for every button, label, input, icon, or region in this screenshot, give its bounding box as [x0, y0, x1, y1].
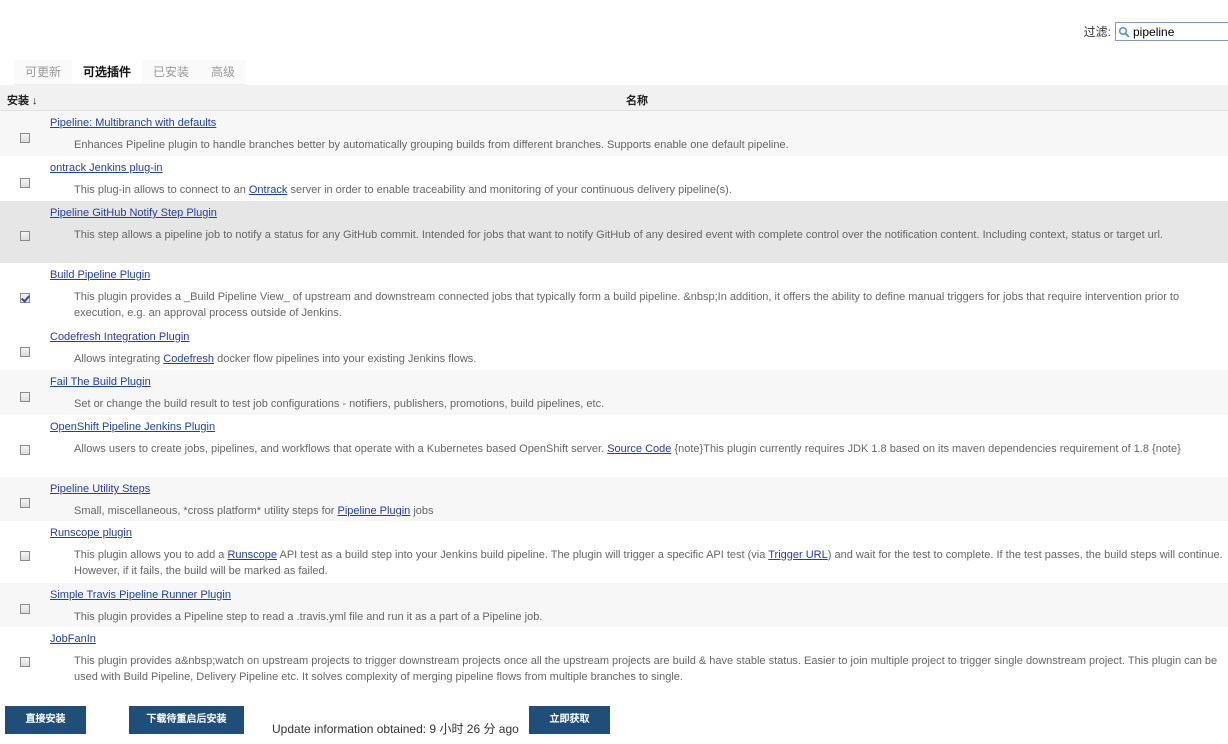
description-text: Allows users to create jobs, pipelines, …: [74, 443, 608, 455]
description-text: This plug-in allows to connect to an: [74, 184, 249, 196]
plugin-description: This plugin provides a _Build Pipeline V…: [74, 289, 1224, 321]
description-text: Allows integrating: [74, 353, 164, 365]
plugin-row: Fail The Build Plugin Set or change the b…: [0, 370, 1228, 415]
plugin-description: Set or change the build result to test j…: [74, 396, 1224, 412]
plugin-row: Codefresh Integration Plugin Allows integ…: [0, 325, 1228, 370]
plugin-tabs: 可更新 可选插件 已安装 高级: [14, 60, 247, 85]
plugin-row: ontrack Jenkins plug-in This plug-in allo…: [0, 156, 1228, 201]
plugin-install-checkbox[interactable]: [20, 604, 30, 614]
plugin-install-checkbox[interactable]: [20, 551, 30, 561]
plugin-description: Allows users to create jobs, pipelines, …: [74, 441, 1224, 457]
plugin-row: Pipeline: Multibranch with defaults Enhan…: [0, 111, 1228, 156]
download-restart-button[interactable]: 下载待重启后安装: [129, 706, 244, 734]
description-text: Small, miscellaneous, *cross platform* u…: [74, 505, 338, 517]
plugin-install-checkbox[interactable]: [20, 231, 30, 241]
description-text: This plugin provides a Pipeline step to …: [74, 611, 543, 623]
filter-field[interactable]: [1115, 22, 1228, 41]
description-text: This plugin provides a&nbsp;watch on ups…: [74, 655, 1218, 683]
table-header: 安装 ↓ 名称: [0, 85, 1228, 111]
plugin-description: This plugin provides a&nbsp;watch on ups…: [74, 653, 1224, 685]
description-link[interactable]: Trigger URL: [768, 549, 828, 561]
plugin-install-checkbox[interactable]: [20, 178, 30, 188]
plugin-row: Pipeline Utility Steps Small, miscellaneo…: [0, 477, 1228, 521]
plugin-name-link[interactable]: JobFanIn: [50, 633, 96, 645]
description-text: This plugin allows you to add a: [74, 549, 228, 561]
plugin-install-checkbox[interactable]: [20, 657, 30, 667]
description-text: jobs: [410, 505, 434, 517]
description-text: docker flow pipelines into your existing…: [214, 353, 477, 365]
update-info-text: Update information obtained: 9 小时 26 分 a…: [272, 722, 519, 736]
plugin-description: This plug-in allows to connect to an Ont…: [74, 182, 1224, 198]
plugin-row: Pipeline GitHub Notify Step Plugin This s…: [0, 201, 1228, 263]
plugin-description: Enhances Pipeline plugin to handle branc…: [74, 137, 1224, 153]
description-text: server in order to enable traceability a…: [287, 184, 732, 196]
plugin-name-link[interactable]: Build Pipeline Plugin: [50, 269, 150, 281]
plugin-row: JobFanIn This plugin provides a&nbsp;watc…: [0, 627, 1228, 689]
filter-input[interactable]: [1130, 24, 1223, 39]
plugin-row: Build Pipeline Plugin This plugin provide…: [0, 263, 1228, 325]
description-text: This plugin provides a _Build Pipeline V…: [74, 291, 1180, 319]
plugin-install-checkbox[interactable]: [20, 133, 30, 143]
install-now-button[interactable]: 直接安装: [5, 706, 86, 734]
check-now-button[interactable]: 立即获取: [529, 706, 610, 734]
plugin-name-link[interactable]: Codefresh Integration Plugin: [50, 331, 189, 343]
description-link[interactable]: Runscope: [227, 549, 277, 561]
description-text: Enhances Pipeline plugin to handle branc…: [74, 139, 789, 151]
plugin-description: This plugin provides a Pipeline step to …: [74, 609, 1224, 625]
tab-available[interactable]: 可选插件: [72, 60, 143, 85]
plugin-description: Allows integrating Codefresh docker flow…: [74, 351, 1224, 367]
description-text: This step allows a pipeline job to notif…: [74, 229, 1163, 241]
description-link[interactable]: Source Code: [607, 443, 671, 455]
tab-updates[interactable]: 可更新: [14, 60, 73, 85]
plugin-name-link[interactable]: Runscope plugin: [50, 527, 132, 539]
description-link[interactable]: Ontrack: [249, 184, 288, 196]
plugin-install-checkbox[interactable]: [20, 392, 30, 402]
plugin-install-checkbox[interactable]: [20, 445, 30, 455]
plugin-name-link[interactable]: ontrack Jenkins plug-in: [50, 162, 163, 174]
plugin-row: Runscope plugin This plugin allows you to…: [0, 521, 1228, 583]
plugin-row: OpenShift Pipeline Jenkins Plugin Allows …: [0, 415, 1228, 477]
tab-installed[interactable]: 已安装: [142, 60, 201, 85]
plugin-install-checkbox[interactable]: [20, 293, 30, 303]
plugin-name-link[interactable]: Simple Travis Pipeline Runner Plugin: [50, 589, 231, 601]
plugin-description: This step allows a pipeline job to notif…: [74, 227, 1224, 243]
filter-bar: 过滤:: [1084, 22, 1228, 41]
plugin-row: Simple Travis Pipeline Runner Plugin This…: [0, 583, 1228, 627]
search-icon: [1118, 26, 1130, 38]
plugin-install-checkbox[interactable]: [20, 498, 30, 508]
description-link[interactable]: Codefresh: [163, 353, 214, 365]
plugin-description: Small, miscellaneous, *cross platform* u…: [74, 503, 1224, 519]
install-column-header[interactable]: 安装 ↓: [7, 92, 38, 108]
plugin-name-link[interactable]: Pipeline GitHub Notify Step Plugin: [50, 207, 217, 219]
description-link[interactable]: Pipeline Plugin: [337, 505, 410, 517]
plugin-name-link[interactable]: OpenShift Pipeline Jenkins Plugin: [50, 421, 215, 433]
description-text: {note}This plugin currently requires JDK…: [671, 443, 1181, 455]
plugin-name-link[interactable]: Pipeline Utility Steps: [50, 483, 150, 495]
plugin-name-link[interactable]: Fail The Build Plugin: [50, 376, 151, 388]
tab-advanced[interactable]: 高级: [200, 60, 247, 85]
description-text: API test as a build step into your Jenki…: [277, 549, 769, 561]
plugin-description: This plugin allows you to add a Runscope…: [74, 547, 1224, 579]
plugin-name-link[interactable]: Pipeline: Multibranch with defaults: [50, 117, 216, 129]
filter-label: 过滤:: [1083, 25, 1111, 39]
name-column-header: 名称: [626, 95, 648, 107]
plugin-install-checkbox[interactable]: [20, 347, 30, 357]
description-text: Set or change the build result to test j…: [74, 398, 605, 410]
